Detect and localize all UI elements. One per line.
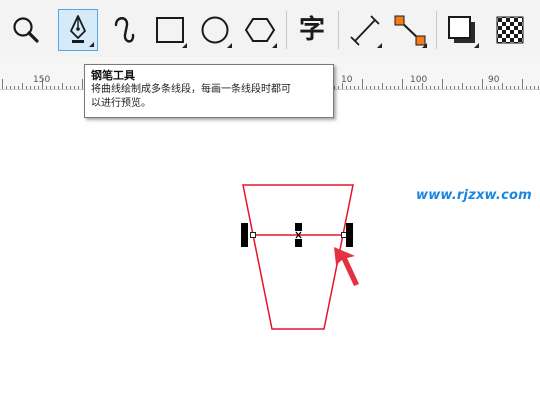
tooltip-description-line: 将曲线绘制成多条线段，每画一条线段时都可 xyxy=(91,84,291,95)
polygon-icon xyxy=(244,18,276,42)
right-handle xyxy=(346,223,353,247)
transparency-icon xyxy=(496,16,524,44)
ruler-label: 100 xyxy=(410,75,428,85)
connector-tool-icon xyxy=(394,15,426,46)
dimension-tool-button[interactable] xyxy=(345,9,385,51)
ruler-label: 150 xyxy=(33,75,51,85)
start-node xyxy=(250,232,256,238)
connector-tool-button[interactable] xyxy=(390,9,430,51)
tooltip-description-line: 以进行预览。 xyxy=(91,98,151,109)
center-handle-bottom xyxy=(295,239,302,247)
drop-shadow-tool-button[interactable] xyxy=(442,9,482,51)
pen-tool-button[interactable] xyxy=(58,9,98,51)
flyout-indicator-icon xyxy=(182,43,187,48)
bspline-curve-icon xyxy=(114,17,135,43)
text-tool-icon: 字 xyxy=(298,15,325,45)
ellipse-tool-button[interactable] xyxy=(195,9,235,51)
flyout-indicator-icon xyxy=(377,43,382,48)
zoom-tool-button[interactable] xyxy=(6,9,46,51)
left-handle xyxy=(241,223,248,247)
polygon-tool-button[interactable] xyxy=(240,9,280,51)
center-handle-top xyxy=(295,223,302,231)
rectangle-icon xyxy=(156,17,184,43)
end-node xyxy=(341,232,347,238)
ruler-label: 10 xyxy=(341,75,353,85)
text-tool-button[interactable]: 字 xyxy=(292,9,332,51)
flyout-indicator-icon xyxy=(474,43,479,48)
flyout-indicator-icon xyxy=(422,43,427,48)
toolbar-separator xyxy=(286,11,287,49)
zoom-icon xyxy=(13,17,39,43)
transparency-tool-button[interactable] xyxy=(490,9,530,51)
drawing-canvas[interactable]: www.rjzxw.com xyxy=(0,90,540,404)
toolbox: 字 xyxy=(0,0,540,58)
annotation-arrow xyxy=(334,247,359,286)
flyout-indicator-icon xyxy=(227,43,232,48)
ellipse-icon xyxy=(201,16,229,44)
toolbar-separator xyxy=(436,11,437,49)
watermark-text: www.rjzxw.com xyxy=(416,188,532,203)
canvas-drawing xyxy=(241,184,359,330)
drop-shadow-icon xyxy=(448,16,475,43)
pen-tool-tooltip: 钢笔工具 将曲线绘制成多条线段，每画一条线段时都可 以进行预览。 xyxy=(84,64,334,118)
tooltip-title: 钢笔工具 xyxy=(91,69,135,82)
ruler-label: 90 xyxy=(488,75,500,85)
flyout-indicator-icon xyxy=(272,43,277,48)
rectangle-tool-button[interactable] xyxy=(150,9,190,51)
toolbar-separator xyxy=(338,11,339,49)
bspline-tool-button[interactable] xyxy=(104,9,144,51)
flyout-indicator-icon xyxy=(89,42,94,47)
dimension-tool-icon xyxy=(350,15,380,46)
